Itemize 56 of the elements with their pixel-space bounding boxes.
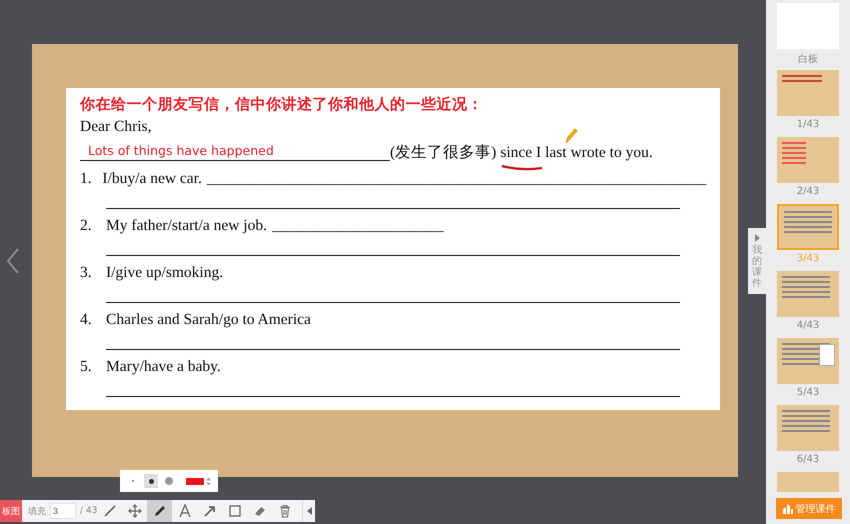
handwritten-answer: Lots of things have happened: [80, 142, 390, 161]
hint-text: (发生了很多事): [390, 143, 496, 163]
arrow-icon: [202, 504, 217, 518]
eraser-icon: [252, 504, 267, 518]
color-picker[interactable]: [186, 476, 211, 486]
slide-number-label: 5/43: [796, 387, 820, 398]
slide-thumbnail[interactable]: [777, 472, 839, 492]
slide-number-label: 4/43: [796, 320, 820, 331]
exercise-prompt: I/buy/a new car.: [102, 169, 202, 189]
rectangle-icon: [228, 504, 242, 518]
slide-thumbnail[interactable]: [777, 204, 839, 250]
trash-icon: [278, 504, 292, 518]
item-number: 3.: [80, 263, 93, 283]
collapse-button[interactable]: [302, 500, 315, 522]
slide-number-label: 白板: [798, 52, 818, 66]
pen-tool-button[interactable]: [147, 500, 172, 522]
fill-label: 填充: [28, 506, 46, 518]
previous-page-icon[interactable]: [6, 247, 20, 275]
manage-courseware-button[interactable]: 管理课件: [776, 498, 842, 519]
caret-icon: [306, 507, 312, 515]
slide-thumbnail[interactable]: [777, 271, 839, 317]
slide-thumbnail[interactable]: [777, 70, 839, 116]
annotation-underline: [500, 163, 544, 171]
slide-number-label: 6/43: [796, 454, 820, 465]
item-number: 1.: [80, 169, 93, 189]
text-icon: [178, 504, 192, 518]
expand-icon: [754, 234, 760, 242]
slide-thumbnail[interactable]: [777, 405, 839, 451]
pen-icon: [152, 504, 167, 518]
instruction-text: 你在给一个朋友写信，信中你讲述了你和他人的一些近况：: [80, 94, 484, 115]
salutation-text: Dear Chris,: [80, 117, 152, 137]
slide-number-label: 1/43: [796, 119, 820, 130]
page-input[interactable]: 3: [50, 503, 76, 519]
pen-size-medium-option[interactable]: [144, 474, 158, 488]
sentence-text: since I last wrote to you.: [500, 143, 653, 163]
slide-number-label: 3/43: [796, 253, 820, 264]
move-icon: [128, 504, 142, 518]
slide-thumbnail[interactable]: [777, 338, 839, 384]
item-number: 2.: [80, 216, 93, 236]
fill-in-line: _______________________: [272, 216, 444, 236]
item-number: 4.: [80, 310, 93, 330]
board-button[interactable]: 板图: [0, 500, 22, 522]
courseware-icon: [782, 504, 792, 514]
item-number: 5.: [80, 357, 93, 377]
page-total: / 43: [80, 506, 98, 516]
exercise-prompt: Mary/have a baby.: [106, 357, 221, 377]
exercise-prompt: I/give up/smoking.: [106, 263, 224, 283]
slide-thumbnail[interactable]: [777, 137, 839, 183]
exercise-prompt: My father/start/a new job.: [106, 216, 267, 236]
slide-number-label: 2/43: [796, 186, 820, 197]
side-tab[interactable]: 我的课件: [748, 228, 766, 294]
spinner-icon: [206, 476, 211, 486]
fill-in-line: ___________________________________________________________________: [206, 169, 706, 189]
pen-cursor-icon: [564, 128, 578, 144]
exercise-prompt: Charles and Sarah/go to America: [106, 310, 311, 330]
line-icon: [102, 504, 117, 518]
